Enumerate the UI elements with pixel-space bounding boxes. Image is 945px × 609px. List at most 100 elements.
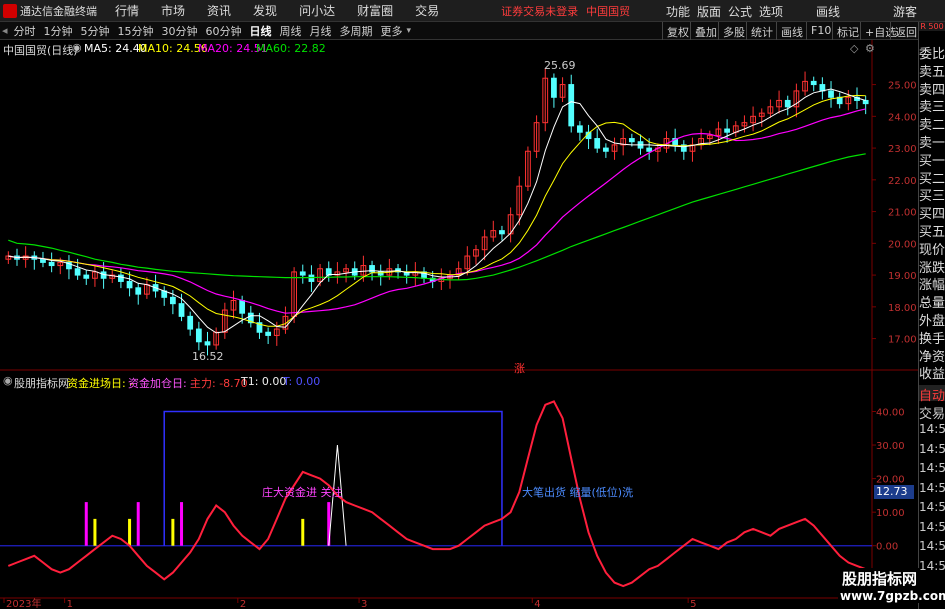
menu-item-trade[interactable]: 交易 (415, 2, 439, 19)
menu-item-quotes[interactable]: 行情 (115, 2, 139, 19)
ma60-line (8, 153, 866, 281)
sidebar-trade[interactable]: 交易 (919, 403, 945, 422)
price-tick-label: 24.00 (888, 112, 917, 123)
x-tick-label: 3 (361, 599, 367, 609)
window-stock-title: 中国国贸 (586, 4, 631, 18)
candle-body (40, 258, 46, 263)
menu-guest[interactable]: 游客 (893, 3, 917, 20)
menu-draw[interactable]: 画线 (816, 3, 840, 20)
diamond-icon[interactable]: ◇ (850, 42, 858, 55)
x-tick-label: 1 (67, 599, 73, 609)
signal-bar (171, 518, 175, 546)
indicator-main-line (7, 400, 867, 588)
ma-settings-icon[interactable]: ◉ (72, 41, 82, 54)
candle-body (48, 261, 55, 267)
menu-layout[interactable]: 版面 (697, 3, 721, 20)
candle-body (646, 147, 653, 152)
tab-15min[interactable]: 15分钟 (114, 23, 158, 39)
left-arrow-icon[interactable]: ◂ (0, 24, 10, 37)
candle-body (594, 138, 601, 149)
candle-body (178, 303, 185, 317)
ma60-label: MA60: 22.82 (256, 42, 326, 55)
tab-multi-period[interactable]: 多周期 (336, 23, 377, 39)
tick-time: 14:56 (919, 539, 945, 553)
tab-intraday[interactable]: 分时 (10, 23, 40, 39)
menu-item-news[interactable]: 资讯 (207, 2, 231, 19)
settings-icon[interactable]: ⚙ (865, 42, 875, 55)
tab-1min[interactable]: 1分钟 (40, 23, 77, 39)
indicator-funds-add: 资金加仓日: - (128, 377, 195, 390)
candle-body (499, 230, 505, 235)
order-book-item: 卖二 (919, 118, 945, 134)
chevron-down-icon[interactable]: ▾ (407, 26, 412, 36)
menu-options[interactable]: 选项 (759, 3, 783, 20)
signal-bar (136, 502, 140, 546)
tick-time: 14:56 (919, 461, 945, 475)
auto-toggle[interactable]: 自动 (919, 385, 945, 404)
order-book-item: 净资 (919, 349, 945, 365)
watermark-url: www.7gpzb.com (838, 589, 945, 603)
x-tick-label: 2 (240, 599, 246, 609)
price-tick-label: 22.00 (888, 176, 917, 187)
menu-formula[interactable]: 公式 (728, 3, 752, 20)
candle-body (628, 138, 635, 143)
tab-30min[interactable]: 30分钟 (158, 23, 202, 39)
btn-draw-line[interactable]: 画线 (776, 22, 807, 40)
sidebar-top-badge[interactable]: R 500 (919, 22, 945, 31)
candle-body (828, 90, 834, 98)
candle-body (74, 268, 81, 276)
funds-entry-box (163, 410, 503, 546)
funds-entry-window (163, 410, 503, 546)
candle-body (862, 99, 869, 105)
signal-bar (180, 502, 184, 546)
candle-body (265, 331, 272, 336)
order-book-item: 现价 (919, 242, 945, 258)
menu-item-ask[interactable]: 问小达 (299, 2, 335, 19)
x-tick-label: 4 (534, 599, 540, 609)
price-tick-label: 25.00 (888, 81, 917, 92)
btn-mark[interactable]: 标记 (832, 22, 863, 40)
menu-item-discover[interactable]: 发现 (253, 2, 277, 19)
btn-statistics[interactable]: 统计 (746, 22, 777, 40)
btn-overlay[interactable]: 叠加 (690, 22, 721, 40)
x-tick-label: 2023年 (6, 597, 41, 609)
tab-5min[interactable]: 5分钟 (77, 23, 114, 39)
rise-tag: 涨 (514, 362, 525, 375)
indicator-tick-label: 30.00 (876, 441, 905, 452)
order-book-item: 涨幅 (919, 278, 945, 294)
price-tick-label: 23.00 (888, 144, 917, 155)
order-book-item: 总量 (919, 296, 945, 312)
app-name: 通达信金融终端 (20, 4, 97, 18)
tick-time: 14:56 (919, 558, 945, 573)
candle-body (308, 274, 315, 282)
menu-bar: 通达信金融终端 行情 市场 资讯 发现 问小达 财富圈 交易 证券交易未登录 中… (0, 0, 945, 22)
order-book-item: 买五 (919, 225, 945, 240)
period-bar: ◂ 分时 1分钟 5分钟 15分钟 30分钟 60分钟 日线 周线 月线 多周期… (0, 22, 945, 40)
candle-body (819, 84, 826, 92)
tab-weekly[interactable]: 周线 (276, 23, 306, 39)
signal-bar (128, 518, 132, 546)
tab-60min[interactable]: 60分钟 (202, 23, 246, 39)
menu-function[interactable]: 功能 (666, 3, 690, 20)
tab-more[interactable]: 更多 (377, 23, 407, 39)
btn-multi-stock[interactable]: 多股 (718, 22, 749, 40)
btn-fuquan[interactable]: 复权 (662, 22, 693, 40)
x-tick-label: 5 (690, 599, 696, 609)
tab-monthly[interactable]: 月线 (306, 23, 336, 39)
candle-body (602, 147, 609, 152)
menu-item-wealth[interactable]: 财富圈 (357, 2, 393, 19)
btn-back[interactable]: 返回 (890, 22, 921, 40)
watermark-title: 股朋指标网 (840, 568, 920, 589)
order-book-item: 换手 (919, 331, 945, 347)
indicator-tick-label: 20.00 (876, 475, 905, 486)
order-book-item: 买二 (919, 171, 945, 187)
candle-body (204, 341, 211, 346)
chart-area[interactable]: 17.0018.0019.0020.0021.0022.0023.0024.00… (0, 40, 945, 609)
trade-login-warning[interactable]: 证券交易未登录 (501, 3, 578, 19)
order-book-item: 外盘 (919, 314, 945, 329)
order-book-item: 买一 (919, 153, 945, 169)
tab-daily[interactable]: 日线 (246, 23, 276, 39)
menu-item-market[interactable]: 市场 (161, 2, 185, 19)
indicator-settings-icon[interactable]: ◉ (3, 374, 13, 387)
btn-f10[interactable]: F10 (806, 22, 835, 40)
